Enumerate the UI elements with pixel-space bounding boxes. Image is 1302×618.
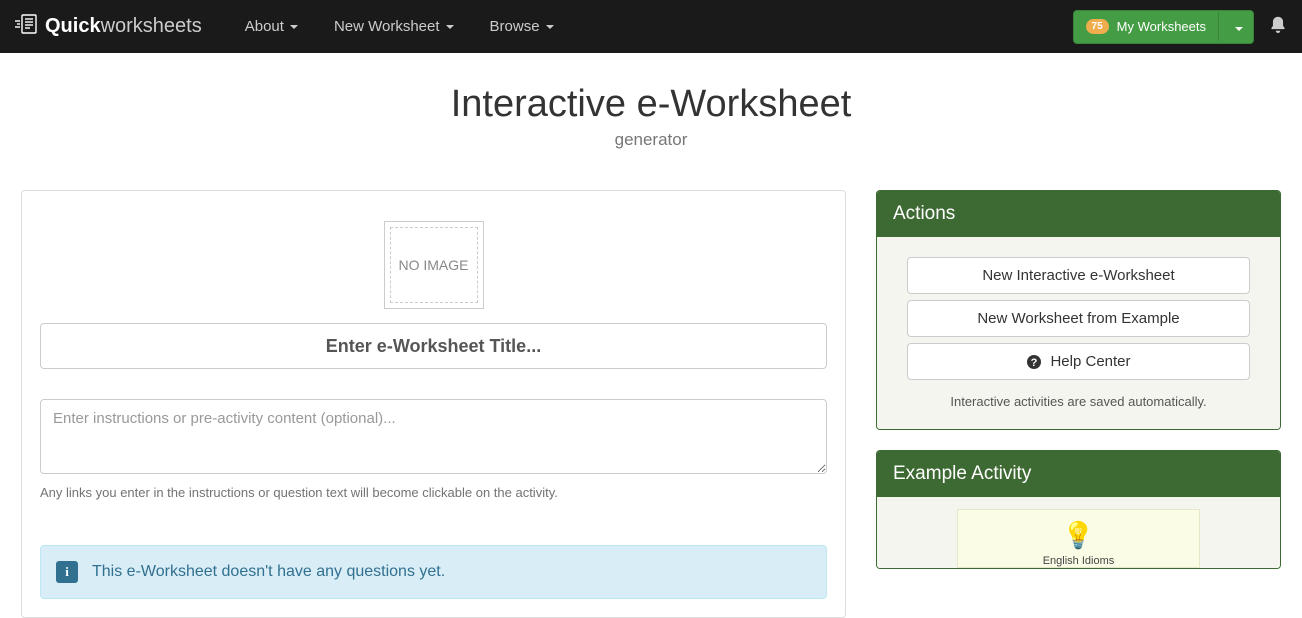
help-center-button[interactable]: ? Help Center <box>907 343 1250 380</box>
nav-menu: About New Worksheet Browse <box>227 2 572 51</box>
logo-icon <box>15 13 39 41</box>
info-icon: i <box>56 561 78 583</box>
new-from-example-button[interactable]: New Worksheet from Example <box>907 300 1250 337</box>
nav-browse[interactable]: Browse <box>472 2 572 51</box>
nav-browse-label: Browse <box>490 18 540 35</box>
navbar: Quickworksheets About New Worksheet Brow… <box>0 0 1302 53</box>
new-interactive-label: New Interactive e-Worksheet <box>982 267 1174 284</box>
new-interactive-button[interactable]: New Interactive e-Worksheet <box>907 257 1250 294</box>
example-activity-panel: Example Activity 💡 English Idioms <box>876 450 1281 569</box>
actions-heading: Actions <box>877 191 1280 237</box>
help-center-label: Help Center <box>1050 353 1130 370</box>
image-upload-placeholder[interactable]: NO IMAGE <box>384 221 484 309</box>
caret-icon <box>546 25 554 29</box>
worksheet-title-input[interactable] <box>40 323 827 369</box>
nav-new-label: New Worksheet <box>334 18 440 35</box>
nav-about-label: About <box>245 18 284 35</box>
instructions-textarea[interactable] <box>40 399 827 474</box>
empty-alert-text: This e-Worksheet doesn't have any questi… <box>92 563 445 581</box>
caret-icon <box>290 25 298 29</box>
lightbulb-icon: 💡 <box>958 520 1199 551</box>
main-container: NO IMAGE Any links you enter in the inst… <box>11 190 1291 618</box>
example-body: 💡 English Idioms <box>877 497 1280 568</box>
example-activity-card[interactable]: 💡 English Idioms <box>957 509 1200 568</box>
question-circle-icon: ? <box>1026 354 1042 370</box>
caret-icon <box>446 25 454 29</box>
actions-panel: Actions New Interactive e-Worksheet New … <box>876 190 1281 430</box>
nav-new-worksheet[interactable]: New Worksheet <box>316 2 472 51</box>
logo-text-quick: Quick <box>45 15 101 38</box>
logo[interactable]: Quickworksheets <box>15 13 202 41</box>
notifications-bell-icon[interactable] <box>1269 15 1287 38</box>
nav-about[interactable]: About <box>227 2 316 51</box>
sidebar-column: Actions New Interactive e-Worksheet New … <box>876 190 1281 618</box>
my-worksheets-button[interactable]: 75 My Worksheets <box>1073 10 1254 44</box>
autosave-note: Interactive activities are saved automat… <box>907 394 1250 409</box>
example-card-title: English Idioms <box>958 555 1199 567</box>
editor-column: NO IMAGE Any links you enter in the inst… <box>21 190 846 618</box>
example-heading: Example Activity <box>877 451 1280 497</box>
logo-text-worksheets: worksheets <box>101 15 202 38</box>
page-header: Interactive e-Worksheet generator <box>0 53 1302 190</box>
my-worksheets-dropdown-toggle[interactable] <box>1219 12 1253 41</box>
empty-questions-alert: i This e-Worksheet doesn't have any ques… <box>40 545 827 599</box>
new-from-example-label: New Worksheet from Example <box>977 310 1179 327</box>
page-subtitle: generator <box>0 130 1302 150</box>
editor-panel: NO IMAGE Any links you enter in the inst… <box>21 190 846 618</box>
navbar-left: Quickworksheets About New Worksheet Brow… <box>15 2 572 51</box>
no-image-label: NO IMAGE <box>390 227 478 303</box>
page-title: Interactive e-Worksheet <box>0 83 1302 126</box>
worksheet-count-badge: 75 <box>1086 19 1109 34</box>
links-help-text: Any links you enter in the instructions … <box>40 485 827 500</box>
my-worksheets-main[interactable]: 75 My Worksheets <box>1074 12 1219 41</box>
my-worksheets-label: My Worksheets <box>1117 19 1206 34</box>
navbar-right: 75 My Worksheets <box>1073 10 1287 44</box>
svg-text:?: ? <box>1031 357 1038 369</box>
caret-icon <box>1235 27 1243 31</box>
actions-body: New Interactive e-Worksheet New Workshee… <box>877 237 1280 429</box>
